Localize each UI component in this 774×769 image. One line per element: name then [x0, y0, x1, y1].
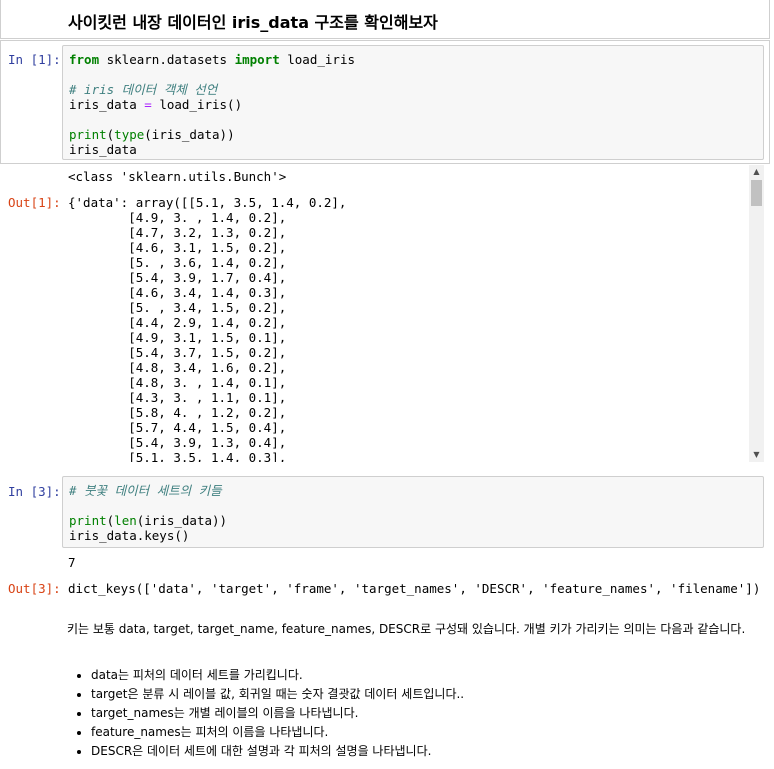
code1-line: from sklearn.datasets import load_iris	[69, 52, 355, 67]
markdown-title-cell[interactable]: 사이킷런 내장 데이터인 iris_data 구조를 확인해보자	[0, 0, 770, 39]
markdown-heading: 사이킷런 내장 데이터인 iris_data 구조를 확인해보자	[68, 13, 438, 32]
code3-line: iris_data.keys()	[69, 528, 190, 543]
markdown-list: data는 피처의 데이터 세트를 가리킵니다. target은 분류 시 레이블…	[67, 668, 464, 763]
out-prompt-1: Out[1]:	[8, 195, 61, 210]
code-editor-3[interactable]: # 붓꽃 데이터 세트의 키들 print(len(iris_data)) ir…	[62, 476, 764, 548]
code-text-1[interactable]: from sklearn.datasets import load_iris #…	[63, 46, 763, 163]
code1-line: iris_data	[69, 142, 137, 157]
in-prompt-3: In [3]:	[8, 484, 61, 499]
output-text-1: {'data': array([[5.1, 3.5, 1.4, 0.2], [4…	[68, 195, 347, 462]
triangle-up-icon[interactable]: ▲	[749, 165, 764, 179]
in-prompt-1: In [1]:	[8, 52, 61, 67]
output-scrollbar-1[interactable]: ▲ ▼	[749, 165, 764, 462]
code-text-3[interactable]: # 붓꽃 데이터 세트의 키들 print(len(iris_data)) ir…	[63, 477, 763, 549]
list-item: target_names는 개별 레이블의 이름을 나타냅니다.	[91, 706, 464, 721]
output-scroll-area-1[interactable]: {'data': array([[5.1, 3.5, 1.4, 0.2], [4…	[62, 165, 764, 462]
markdown-paragraph: 키는 보통 data, target, target_name, feature…	[67, 622, 746, 636]
code3-line: print(len(iris_data))	[69, 513, 228, 528]
code-editor-1[interactable]: from sklearn.datasets import load_iris #…	[62, 45, 764, 160]
code1-line: print(type(iris_data))	[69, 127, 235, 142]
out-prompt-3: Out[3]:	[8, 581, 61, 596]
code1-line: iris_data = load_iris()	[69, 97, 243, 112]
triangle-down-icon[interactable]: ▼	[749, 448, 764, 462]
list-item: data는 피처의 데이터 세트를 가리킵니다.	[91, 668, 464, 683]
code3-line: # 붓꽃 데이터 세트의 키들	[69, 483, 222, 498]
list-item: feature_names는 피처의 이름을 나타냅니다.	[91, 725, 464, 740]
code1-line: # iris 데이터 객체 선언	[69, 82, 218, 97]
scroll-thumb[interactable]	[751, 180, 762, 206]
stdout-3: 7	[68, 555, 76, 570]
list-item: DESCR은 데이터 세트에 대한 설명과 각 피처의 설명을 나타냅니다.	[91, 744, 464, 759]
list-item: target은 분류 시 레이블 값, 회귀일 때는 숫자 결괏값 데이터 세트…	[91, 687, 464, 702]
output-text-3: dict_keys(['data', 'target', 'frame', 't…	[68, 581, 761, 596]
